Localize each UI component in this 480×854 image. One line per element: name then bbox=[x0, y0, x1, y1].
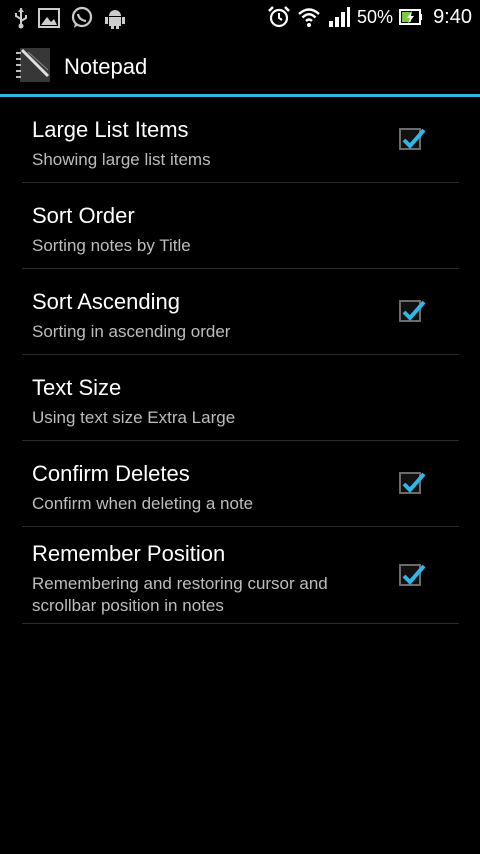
pref-remember-position[interactable]: Remember Position Remembering and restor… bbox=[22, 527, 459, 624]
signal-icon bbox=[327, 6, 351, 28]
sort-ascending-checkbox[interactable] bbox=[399, 300, 426, 322]
pref-title: Large List Items bbox=[32, 117, 189, 142]
pref-sort-order[interactable]: Sort Order Sorting notes by Title bbox=[22, 183, 459, 269]
pref-summary: Confirm when deleting a note bbox=[32, 494, 254, 513]
confirm-deletes-checkbox[interactable] bbox=[399, 472, 426, 494]
alarm-icon bbox=[267, 5, 291, 29]
battery-icon bbox=[399, 7, 423, 27]
pref-summary: Remembering and restoring cursor and scr… bbox=[32, 574, 328, 615]
pref-summary: Sorting notes by Title bbox=[32, 236, 191, 255]
large-list-items-checkbox[interactable] bbox=[399, 128, 426, 150]
pref-title: Confirm Deletes bbox=[32, 461, 190, 486]
pref-summary: Using text size Extra Large bbox=[32, 408, 236, 427]
pref-text-size[interactable]: Text Size Using text size Extra Large bbox=[22, 355, 459, 441]
preference-list: Large List Items Showing large list item… bbox=[22, 97, 459, 624]
clock-time: 9:40 bbox=[433, 6, 472, 28]
status-bar: 50% 9:40 bbox=[0, 0, 480, 34]
pref-title: Sort Order bbox=[32, 203, 135, 228]
pref-confirm-deletes[interactable]: Confirm Deletes Confirm when deleting a … bbox=[22, 441, 459, 527]
image-icon bbox=[38, 8, 60, 28]
android-icon bbox=[104, 7, 126, 29]
remember-position-checkbox[interactable] bbox=[399, 564, 426, 586]
pref-large-list-items[interactable]: Large List Items Showing large list item… bbox=[22, 97, 459, 183]
pref-title: Sort Ascending bbox=[32, 289, 180, 314]
whatsapp-icon bbox=[70, 6, 94, 30]
pref-summary: Sorting in ascending order bbox=[32, 322, 231, 341]
pref-title: Text Size bbox=[32, 375, 122, 400]
battery-percent: 50% bbox=[357, 7, 394, 27]
notepad-app-icon[interactable] bbox=[16, 46, 52, 84]
action-bar: Notepad bbox=[0, 34, 480, 94]
usb-icon bbox=[14, 7, 28, 29]
pref-summary: Showing large list items bbox=[32, 150, 211, 169]
wifi-icon bbox=[297, 6, 321, 28]
pref-sort-ascending[interactable]: Sort Ascending Sorting in ascending orde… bbox=[22, 269, 459, 355]
pref-title: Remember Position bbox=[32, 541, 226, 566]
app-title: Notepad bbox=[64, 54, 148, 79]
